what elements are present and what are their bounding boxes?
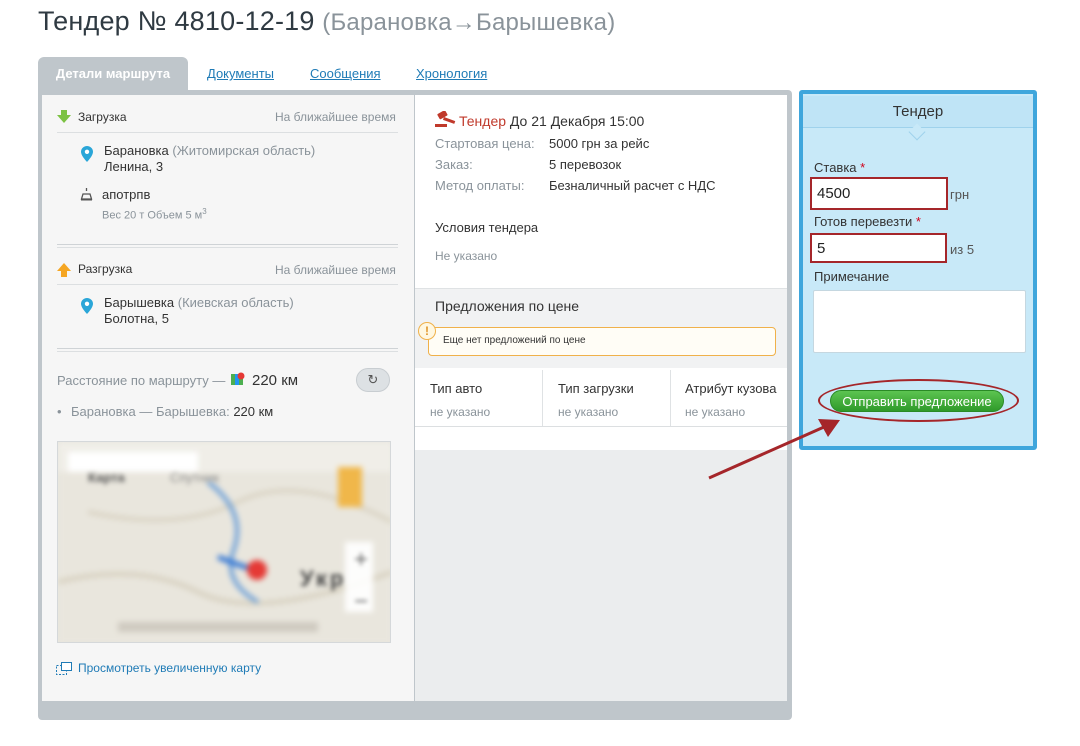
tender-deadline: До 21 Декабря 15:00 bbox=[509, 113, 645, 129]
loading-time: На ближайшее время bbox=[275, 110, 396, 124]
map-zoom-in[interactable]: + bbox=[354, 546, 368, 574]
warning-icon: ! bbox=[418, 322, 436, 340]
divider bbox=[57, 244, 398, 245]
tab-messages[interactable]: Сообщения bbox=[310, 66, 381, 81]
map-tab-map[interactable]: Карта bbox=[88, 470, 125, 485]
loading-type-value: не указано bbox=[558, 405, 619, 419]
loading-address: Барановка (Житомирская область) bbox=[104, 143, 315, 158]
cargo-name: апотрпв bbox=[102, 187, 151, 202]
distance-value: 220 км bbox=[252, 372, 299, 389]
map-route-icon bbox=[231, 372, 245, 385]
loading-label: Загрузка bbox=[78, 110, 127, 124]
ready-quantity-input[interactable] bbox=[810, 233, 947, 263]
tab-chronology[interactable]: Хронология bbox=[416, 66, 487, 81]
rate-input[interactable] bbox=[810, 177, 948, 210]
unloading-street: Болотна, 5 bbox=[104, 311, 169, 326]
map-country-label: Укр bbox=[300, 566, 347, 591]
enlarge-map-link[interactable]: Просмотреть увеличенную карту bbox=[78, 661, 261, 675]
cargo-icon bbox=[80, 188, 93, 201]
loading-street: Ленина, 3 bbox=[104, 159, 164, 174]
col-header-loading-type: Тип загрузки bbox=[558, 381, 634, 396]
tender-form-title: Тендер bbox=[803, 96, 1033, 128]
loading-city: Барановка bbox=[104, 143, 169, 158]
order-value: 5 перевозок bbox=[549, 157, 622, 172]
tender-header: Тендер До 21 Декабря 15:00 bbox=[459, 113, 644, 129]
tab-route-details[interactable]: Детали маршрута bbox=[38, 57, 188, 91]
page-title: Тендер № 4810-12-19 (Барановка→Барышевка… bbox=[38, 6, 615, 37]
ready-label: Готов перевезти * bbox=[814, 214, 921, 229]
rate-label-text: Ставка bbox=[814, 160, 857, 175]
unloading-arrow-stem bbox=[61, 271, 67, 277]
enlarge-map-icon bbox=[56, 662, 72, 675]
unloading-time: На ближайшее время bbox=[275, 263, 396, 277]
required-mark: * bbox=[860, 160, 866, 175]
order-key: Заказ: bbox=[435, 157, 473, 172]
submit-offer-button[interactable]: Отправить предложение bbox=[830, 390, 1004, 412]
col-header-body-attribute: Атрибут кузова bbox=[685, 381, 777, 396]
tab-documents[interactable]: Документы bbox=[207, 66, 274, 81]
unloading-region: (Киевская область) bbox=[177, 295, 294, 310]
route-segment: Барановка — Барышевка: 220 км bbox=[71, 404, 273, 419]
divider bbox=[57, 284, 398, 285]
cargo-unit-sup: 3 bbox=[202, 207, 207, 216]
unloading-label: Разгрузка bbox=[78, 262, 133, 276]
divider bbox=[57, 348, 398, 349]
distance-label: Расстояние по маршруту — bbox=[57, 373, 226, 388]
payment-value: Безналичный расчет с НДС bbox=[549, 178, 716, 193]
rate-unit: грн bbox=[950, 187, 970, 202]
route-map[interactable]: Карта Спутник Укр + − bbox=[57, 441, 391, 643]
unloading-city: Барышевка bbox=[104, 295, 175, 310]
start-price-value: 5000 грн за рейс bbox=[549, 136, 650, 151]
segment-label: Барановка — Барышевка: bbox=[71, 404, 230, 419]
no-proposals-text: Еще нет предложений по цене bbox=[443, 335, 586, 346]
tender-route: (Барановка→Барышевка) bbox=[322, 9, 616, 36]
loading-arrow-icon bbox=[57, 115, 71, 123]
cargo-weight-volume: Вес 20 т Объем 5 м bbox=[102, 209, 203, 222]
refresh-route-button[interactable]: ↻ bbox=[356, 368, 390, 392]
divider bbox=[57, 247, 398, 248]
conditions-title: Условия тендера bbox=[435, 220, 539, 235]
location-pin-icon bbox=[81, 146, 93, 162]
cargo-details: Вес 20 т Объем 5 м3 bbox=[102, 207, 207, 222]
payment-key: Метод оплаты: bbox=[435, 178, 525, 193]
tender-info-label: Тендер bbox=[459, 113, 507, 129]
conditions-value: Не указано bbox=[435, 249, 498, 263]
unloading-arrow-icon bbox=[57, 263, 71, 271]
column-divider bbox=[542, 370, 543, 426]
map-zoom-out[interactable]: − bbox=[354, 588, 368, 616]
divider bbox=[57, 132, 398, 133]
rate-label: Ставка * bbox=[814, 160, 865, 175]
note-textarea[interactable] bbox=[813, 290, 1026, 353]
proposals-title: Предложения по цене bbox=[435, 298, 580, 314]
map-tab-satellite[interactable]: Спутник bbox=[170, 470, 219, 485]
required-mark: * bbox=[915, 214, 921, 229]
segment-value: 220 км bbox=[233, 404, 274, 419]
no-proposals-warning: Еще нет предложений по цене bbox=[428, 327, 776, 356]
col-header-vehicle-type: Тип авто bbox=[430, 381, 483, 396]
gavel-icon bbox=[435, 111, 456, 127]
loading-region: (Житомирская область) bbox=[172, 143, 316, 158]
note-label: Примечание bbox=[814, 269, 890, 284]
column-divider bbox=[670, 370, 671, 426]
start-price-key: Стартовая цена: bbox=[435, 136, 535, 151]
annotation-arrow-icon bbox=[708, 419, 840, 480]
ready-suffix: из 5 bbox=[950, 242, 975, 257]
segment-bullet: • bbox=[57, 404, 62, 419]
divider bbox=[57, 351, 398, 352]
unloading-address: Барышевка (Киевская область) bbox=[104, 295, 294, 310]
vehicle-type-value: не указано bbox=[430, 405, 491, 419]
tender-number: Тендер № 4810-12-19 bbox=[38, 6, 315, 36]
ready-label-text: Готов перевезти bbox=[814, 214, 913, 229]
location-pin-icon bbox=[81, 298, 93, 314]
